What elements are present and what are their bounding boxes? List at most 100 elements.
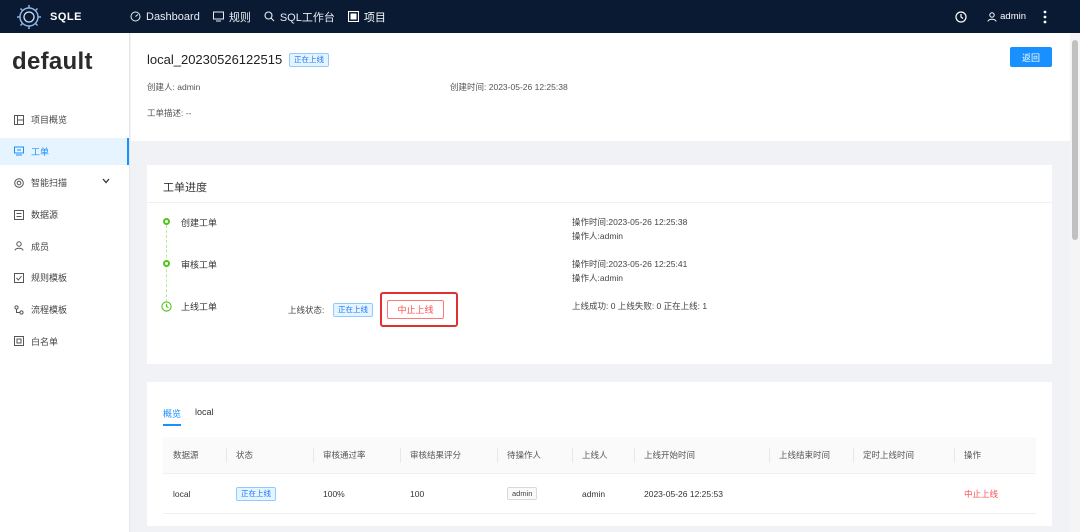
sidebar-item-smart-scan[interactable]: 智能扫描: [0, 169, 129, 196]
column-header: 审核通过率: [313, 437, 400, 473]
op-time-value: 2023-05-26 12:25:38: [608, 217, 688, 227]
cell-score: 100: [410, 488, 425, 499]
nav-rules[interactable]: 规则: [212, 9, 251, 25]
creator-info: 创建人: admin: [147, 81, 200, 93]
deploy-table: 数据源 状态 审核通过率 审核结果评分 待操作人 上线人 上线开始时间 上线结束…: [163, 437, 1036, 514]
sidebar-item-label: 工单: [31, 146, 50, 157]
created-time-label: 创建时间:: [450, 82, 487, 92]
cell-pending-user: admin: [497, 474, 572, 513]
sidebar-item-overview[interactable]: 项目概览: [0, 106, 129, 133]
order-icon: [14, 146, 24, 156]
column-header: 数据源: [173, 450, 199, 460]
sidebar-item-label: 规则模板: [31, 273, 68, 284]
chevron-down-icon[interactable]: [102, 178, 110, 184]
nav-sql-workbench-label: SQL工作台: [279, 11, 335, 24]
column-header: 状态: [226, 437, 313, 473]
user-menu[interactable]: admin: [987, 11, 1026, 22]
sidebar-item-orders[interactable]: 工单: [0, 137, 129, 165]
step-create-meta: 操作时间:2023-05-26 12:25:38 操作人:admin: [572, 215, 687, 243]
clock-icon: [161, 301, 172, 314]
history-button[interactable]: [955, 10, 970, 23]
sidebar-item-whitelist[interactable]: 白名单: [0, 328, 129, 355]
cell-action: 中止上线: [954, 474, 1036, 513]
op-time-label: 操作时间:: [572, 259, 609, 269]
column-header: 定时上线时间: [853, 437, 954, 473]
tab-local[interactable]: local: [195, 407, 214, 426]
operator-label: 操作人:: [572, 273, 600, 283]
operator-value: admin: [599, 231, 624, 241]
tab-overview[interactable]: 概览: [163, 407, 182, 426]
monitor-icon: [212, 11, 224, 22]
status-badge: 正在上线: [289, 53, 329, 67]
more-menu-button[interactable]: [1043, 10, 1050, 24]
table-header: 数据源 状态 审核通过率 审核结果评分 待操作人 上线人 上线开始时间 上线结束…: [163, 437, 1036, 474]
cell-pass-rate: 100%: [323, 488, 345, 499]
project-icon: [347, 11, 359, 22]
column-header: 操作: [954, 437, 1036, 473]
nav-dashboard[interactable]: Dashboard: [130, 11, 200, 23]
project-name: default: [12, 48, 93, 75]
step-review-meta: 操作时间:2023-05-26 12:25:41 操作人:admin: [572, 257, 687, 285]
database-icon: [14, 209, 24, 220]
sidebar: default 项目概览 工单 智能扫描 数据源 成员 规则模板 流程模板 白名…: [0, 33, 130, 532]
sidebar-item-datasource[interactable]: 数据源: [0, 201, 129, 228]
deploy-status-label: 上线状态:: [288, 305, 325, 315]
sidebar-item-label: 智能扫描: [31, 178, 68, 189]
scrollbar-thumb[interactable]: [1072, 40, 1078, 240]
main-nav: Dashboard 规则 SQL工作台 项目: [130, 0, 399, 33]
status-badge: 正在上线: [236, 486, 276, 501]
op-time-value: 2023-05-26 12:25:41: [608, 259, 688, 269]
progress-card: 工单进度 创建工单 操作时间:2023-05-26 12:25:38 操作人:a…: [147, 165, 1052, 364]
column-header: 审核结果评分: [400, 437, 497, 473]
divider: [147, 202, 1052, 203]
cell-scheduled-time: [853, 474, 954, 513]
step-deploy-label: 上线工单: [181, 302, 218, 312]
nav-projects[interactable]: 项目: [347, 9, 386, 25]
step-done-dot-icon: [163, 260, 170, 267]
scan-icon: [14, 178, 24, 188]
stop-deploy-link[interactable]: 中止上线: [964, 488, 998, 500]
deploy-summary: 上线成功: 0 上线失败: 0 正在上线: 1: [572, 301, 708, 311]
flow-template-icon: [14, 305, 24, 315]
user-chip: admin: [507, 487, 538, 500]
column-header: 上线人: [572, 437, 634, 473]
description-label: 工单描述:: [147, 108, 184, 118]
sidebar-item-label: 白名单: [31, 336, 59, 347]
nav-dashboard-label: Dashboard: [146, 10, 200, 23]
stop-deploy-button[interactable]: 中止上线: [387, 300, 444, 319]
cell-start-time: 2023-05-26 12:25:53: [644, 488, 723, 499]
back-button[interactable]: 返回: [1010, 47, 1052, 67]
sidebar-item-members[interactable]: 成员: [0, 233, 129, 260]
clock-icon: [955, 10, 967, 23]
top-right-actions: admin: [955, 0, 1080, 33]
op-time-label: 操作时间:: [572, 217, 609, 227]
step-done-dot-icon: [163, 218, 170, 225]
progress-title: 工单进度: [163, 182, 207, 194]
order-header-card: local_20230526122515 正在上线 返回 创建人: admin …: [131, 33, 1070, 141]
operator-value: admin: [599, 273, 624, 283]
column-header: 上线开始时间: [634, 437, 769, 473]
more-vertical-icon: [1043, 10, 1047, 23]
nav-sql-workbench[interactable]: SQL工作台: [264, 9, 335, 25]
operator-label: 操作人:: [572, 231, 600, 241]
dashboard-icon: [130, 11, 141, 22]
nav-rules-label: 规则: [228, 11, 251, 24]
sqle-logo-icon: [16, 4, 42, 30]
sidebar-item-rule-templates[interactable]: 规则模板: [0, 264, 129, 291]
column-header: 上线结束时间: [769, 437, 853, 473]
sql-table-card: 概览 local 数据源 状态 审核通过率 审核结果评分 待操作人 上线人 上线…: [147, 382, 1052, 526]
sidebar-item-label: 成员: [31, 241, 50, 252]
cell-status: 正在上线: [226, 474, 313, 513]
step-review-label: 审核工单: [181, 260, 218, 270]
rule-template-icon: [14, 272, 24, 283]
deploy-status-badge: 正在上线: [333, 303, 373, 317]
nav-projects-label: 项目: [363, 11, 386, 24]
datasource-tabs: 概览 local: [163, 407, 228, 426]
sidebar-item-label: 项目概览: [31, 115, 68, 125]
member-icon: [14, 241, 24, 251]
logo[interactable]: SQLE: [0, 0, 130, 33]
page-scrollbar[interactable]: [1070, 33, 1080, 532]
sidebar-item-flow-templates[interactable]: 流程模板: [0, 296, 129, 323]
sidebar-item-label: 数据源: [31, 210, 59, 221]
description-info: 工单描述: --: [147, 107, 191, 119]
